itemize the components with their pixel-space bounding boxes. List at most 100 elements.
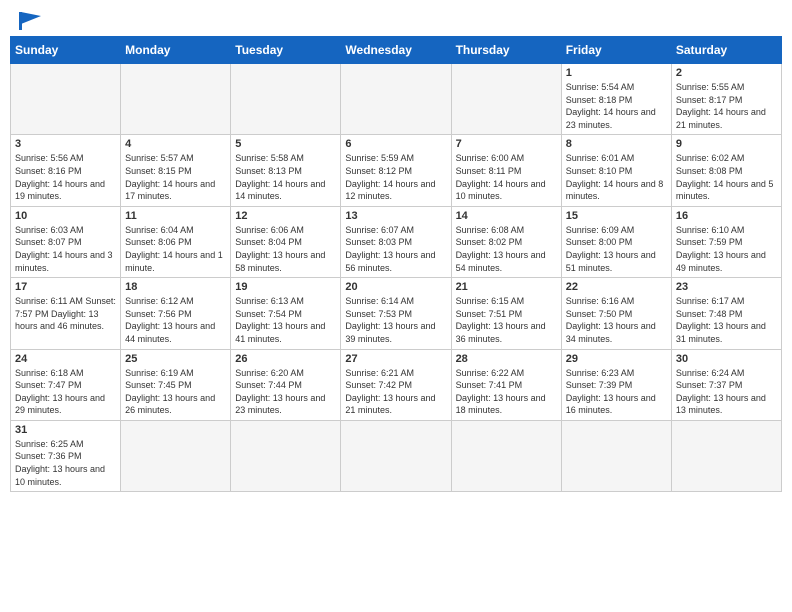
- calendar-cell-1-6: 1 Sunrise: 5:54 AM Sunset: 8:18 PM Daylig…: [561, 64, 671, 135]
- calendar-cell-6-3: [231, 420, 341, 491]
- day-info: Sunrise: 6:19 AM Sunset: 7:45 PM Dayligh…: [125, 367, 226, 417]
- day-info: Sunrise: 6:01 AM Sunset: 8:10 PM Dayligh…: [566, 152, 667, 202]
- weekday-header-sunday: Sunday: [11, 37, 121, 64]
- calendar-cell-5-5: 28 Sunrise: 6:22 AM Sunset: 7:41 PM Dayli…: [451, 349, 561, 420]
- calendar-cell-2-5: 7 Sunrise: 6:00 AM Sunset: 8:11 PM Daylig…: [451, 135, 561, 206]
- day-number: 11: [125, 210, 226, 222]
- day-info: Sunrise: 6:18 AM Sunset: 7:47 PM Dayligh…: [15, 367, 116, 417]
- calendar-cell-1-7: 2 Sunrise: 5:55 AM Sunset: 8:17 PM Daylig…: [671, 64, 781, 135]
- day-number: 29: [566, 353, 667, 365]
- day-info: Sunrise: 5:55 AM Sunset: 8:17 PM Dayligh…: [676, 81, 777, 131]
- weekday-header-saturday: Saturday: [671, 37, 781, 64]
- calendar-cell-6-2: [121, 420, 231, 491]
- calendar-cell-3-3: 12 Sunrise: 6:06 AM Sunset: 8:04 PM Dayli…: [231, 206, 341, 277]
- logo: [14, 10, 45, 28]
- calendar-cell-4-7: 23 Sunrise: 6:17 AM Sunset: 7:48 PM Dayli…: [671, 278, 781, 349]
- calendar-cell-3-7: 16 Sunrise: 6:10 AM Sunset: 7:59 PM Dayli…: [671, 206, 781, 277]
- calendar-cell-5-6: 29Sunrise: 6:23 AM Sunset: 7:39 PM Dayli…: [561, 349, 671, 420]
- day-info: Sunrise: 6:20 AM Sunset: 7:44 PM Dayligh…: [235, 367, 336, 417]
- day-number: 18: [125, 281, 226, 293]
- weekday-header-thursday: Thursday: [451, 37, 561, 64]
- day-info: Sunrise: 6:07 AM Sunset: 8:03 PM Dayligh…: [345, 224, 446, 274]
- day-info: Sunrise: 6:00 AM Sunset: 8:11 PM Dayligh…: [456, 152, 557, 202]
- calendar-cell-2-3: 5 Sunrise: 5:58 AM Sunset: 8:13 PM Daylig…: [231, 135, 341, 206]
- day-number: 27: [345, 353, 446, 365]
- day-number: 23: [676, 281, 777, 293]
- calendar-cell-4-1: 17Sunrise: 6:11 AM Sunset: 7:57 PM Dayli…: [11, 278, 121, 349]
- calendar-cell-5-3: 26 Sunrise: 6:20 AM Sunset: 7:44 PM Dayli…: [231, 349, 341, 420]
- calendar-cell-4-3: 19Sunrise: 6:13 AM Sunset: 7:54 PM Dayli…: [231, 278, 341, 349]
- calendar-cell-2-2: 4Sunrise: 5:57 AM Sunset: 8:15 PM Daylig…: [121, 135, 231, 206]
- day-info: Sunrise: 5:54 AM Sunset: 8:18 PM Dayligh…: [566, 81, 667, 131]
- calendar-week-row-6: 31 Sunrise: 6:25 AM Sunset: 7:36 PM Dayli…: [11, 420, 782, 491]
- day-number: 30: [676, 353, 777, 365]
- calendar-week-row-4: 17Sunrise: 6:11 AM Sunset: 7:57 PM Dayli…: [11, 278, 782, 349]
- day-info: Sunrise: 6:14 AM Sunset: 7:53 PM Dayligh…: [345, 295, 446, 345]
- day-number: 3: [15, 138, 116, 150]
- calendar-cell-5-1: 24 Sunrise: 6:18 AM Sunset: 7:47 PM Dayli…: [11, 349, 121, 420]
- day-number: 21: [456, 281, 557, 293]
- day-info: Sunrise: 6:03 AM Sunset: 8:07 PM Dayligh…: [15, 224, 116, 274]
- calendar-cell-6-5: [451, 420, 561, 491]
- day-info: Sunrise: 6:04 AM Sunset: 8:06 PM Dayligh…: [125, 224, 226, 274]
- calendar-cell-1-5: [451, 64, 561, 135]
- calendar-cell-3-4: 13 Sunrise: 6:07 AM Sunset: 8:03 PM Dayli…: [341, 206, 451, 277]
- day-number: 4: [125, 138, 226, 150]
- day-number: 13: [345, 210, 446, 222]
- calendar-cell-3-2: 11 Sunrise: 6:04 AM Sunset: 8:06 PM Dayli…: [121, 206, 231, 277]
- calendar-cell-2-1: 3 Sunrise: 5:56 AM Sunset: 8:16 PM Daylig…: [11, 135, 121, 206]
- day-number: 24: [15, 353, 116, 365]
- day-info: Sunrise: 6:10 AM Sunset: 7:59 PM Dayligh…: [676, 224, 777, 274]
- calendar-cell-5-7: 30 Sunrise: 6:24 AM Sunset: 7:37 PM Dayli…: [671, 349, 781, 420]
- day-info: Sunrise: 6:21 AM Sunset: 7:42 PM Dayligh…: [345, 367, 446, 417]
- day-info: Sunrise: 6:12 AM Sunset: 7:56 PM Dayligh…: [125, 295, 226, 345]
- day-info: Sunrise: 6:17 AM Sunset: 7:48 PM Dayligh…: [676, 295, 777, 345]
- calendar-cell-2-4: 6 Sunrise: 5:59 AM Sunset: 8:12 PM Daylig…: [341, 135, 451, 206]
- calendar-week-row-3: 10 Sunrise: 6:03 AM Sunset: 8:07 PM Dayli…: [11, 206, 782, 277]
- calendar-cell-1-4: [341, 64, 451, 135]
- day-info: Sunrise: 6:22 AM Sunset: 7:41 PM Dayligh…: [456, 367, 557, 417]
- day-number: 2: [676, 67, 777, 79]
- day-number: 31: [15, 424, 116, 436]
- day-number: 1: [566, 67, 667, 79]
- day-number: 6: [345, 138, 446, 150]
- day-number: 26: [235, 353, 336, 365]
- day-info: Sunrise: 6:24 AM Sunset: 7:37 PM Dayligh…: [676, 367, 777, 417]
- day-number: 12: [235, 210, 336, 222]
- day-number: 15: [566, 210, 667, 222]
- calendar-cell-4-4: 20 Sunrise: 6:14 AM Sunset: 7:53 PM Dayli…: [341, 278, 451, 349]
- day-info: Sunrise: 5:59 AM Sunset: 8:12 PM Dayligh…: [345, 152, 446, 202]
- day-info: Sunrise: 6:09 AM Sunset: 8:00 PM Dayligh…: [566, 224, 667, 274]
- weekday-header-monday: Monday: [121, 37, 231, 64]
- day-number: 17: [15, 281, 116, 293]
- day-info: Sunrise: 6:25 AM Sunset: 7:36 PM Dayligh…: [15, 438, 116, 488]
- calendar-cell-1-3: [231, 64, 341, 135]
- day-info: Sunrise: 6:06 AM Sunset: 8:04 PM Dayligh…: [235, 224, 336, 274]
- day-number: 8: [566, 138, 667, 150]
- day-number: 5: [235, 138, 336, 150]
- calendar-cell-6-6: [561, 420, 671, 491]
- calendar-cell-5-4: 27 Sunrise: 6:21 AM Sunset: 7:42 PM Dayli…: [341, 349, 451, 420]
- day-number: 9: [676, 138, 777, 150]
- calendar-cell-1-1: [11, 64, 121, 135]
- calendar-week-row-2: 3 Sunrise: 5:56 AM Sunset: 8:16 PM Daylig…: [11, 135, 782, 206]
- weekday-header-tuesday: Tuesday: [231, 37, 341, 64]
- calendar-cell-3-1: 10 Sunrise: 6:03 AM Sunset: 8:07 PM Dayli…: [11, 206, 121, 277]
- calendar-week-row-1: 1 Sunrise: 5:54 AM Sunset: 8:18 PM Daylig…: [11, 64, 782, 135]
- day-number: 28: [456, 353, 557, 365]
- day-number: 10: [15, 210, 116, 222]
- calendar-cell-2-6: 8 Sunrise: 6:01 AM Sunset: 8:10 PM Daylig…: [561, 135, 671, 206]
- day-number: 20: [345, 281, 446, 293]
- weekday-header-row: SundayMondayTuesdayWednesdayThursdayFrid…: [11, 37, 782, 64]
- day-number: 19: [235, 281, 336, 293]
- day-number: 25: [125, 353, 226, 365]
- day-info: Sunrise: 5:58 AM Sunset: 8:13 PM Dayligh…: [235, 152, 336, 202]
- calendar-cell-2-7: 9Sunrise: 6:02 AM Sunset: 8:08 PM Daylig…: [671, 135, 781, 206]
- calendar-cell-3-5: 14Sunrise: 6:08 AM Sunset: 8:02 PM Dayli…: [451, 206, 561, 277]
- day-number: 7: [456, 138, 557, 150]
- weekday-header-wednesday: Wednesday: [341, 37, 451, 64]
- calendar-cell-5-2: 25 Sunrise: 6:19 AM Sunset: 7:45 PM Dayli…: [121, 349, 231, 420]
- calendar-cell-4-6: 22Sunrise: 6:16 AM Sunset: 7:50 PM Dayli…: [561, 278, 671, 349]
- day-info: Sunrise: 5:56 AM Sunset: 8:16 PM Dayligh…: [15, 152, 116, 202]
- day-number: 16: [676, 210, 777, 222]
